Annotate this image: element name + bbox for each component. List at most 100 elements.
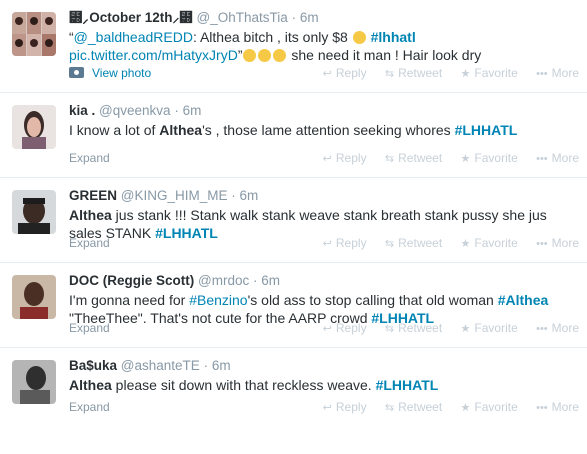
reply-button[interactable]: ↩ Reply — [323, 151, 367, 165]
star-icon: ★ — [460, 153, 471, 165]
star-icon: ★ — [460, 238, 471, 250]
laughing-emoji-icon — [243, 49, 257, 62]
star-icon: ★ — [460, 323, 471, 335]
retweet-button[interactable]: ⇆ Retweet — [385, 236, 442, 250]
tweet-actions: ↩ Reply ⇆ Retweet ★ Favorite ••• More — [308, 400, 579, 414]
tweet-actions: ↩ Reply ⇆ Retweet ★ Favorite ••• More — [308, 236, 579, 250]
reply-button[interactable]: ↩ Reply — [323, 236, 367, 250]
reply-button[interactable]: ↩ Reply — [323, 66, 367, 80]
more-button[interactable]: ••• More — [536, 66, 579, 80]
retweet-button[interactable]: ⇆ Retweet — [385, 321, 442, 335]
photo-icon — [69, 67, 84, 78]
tired-emoji-icon — [258, 49, 272, 62]
tweet-footer: View photo ↩ Reply ⇆ Retweet ★ Favorite •••… — [69, 66, 579, 82]
ellipsis-icon: ••• — [536, 153, 548, 165]
tweet-username[interactable]: @qveenkva — [99, 103, 171, 118]
tweet-username[interactable]: @_OhThatsTia — [197, 10, 288, 25]
more-button[interactable]: ••• More — [536, 151, 579, 165]
expand-link[interactable]: Expand — [69, 151, 110, 165]
tweet-username[interactable]: @KING_HIM_ME — [121, 188, 228, 203]
retweet-icon: ⇆ — [384, 68, 395, 80]
more-button[interactable]: ••• More — [536, 321, 579, 335]
avatar[interactable] — [12, 275, 56, 319]
tweet-fullname[interactable]: DOC (Reggie Scott) — [69, 273, 194, 288]
tweet-item[interactable]: ⹽⸝October 12th⸝⹽ @_OhThatsTia · 6m “@_ba… — [0, 0, 587, 93]
reply-arrow-icon: ↩ — [322, 68, 332, 80]
retweet-icon: ⇆ — [384, 153, 395, 165]
tweet-actions: ↩ Reply ⇆ Retweet ★ Favorite ••• More — [308, 66, 579, 80]
tweet-header: GREEN @KING_HIM_ME · 6m — [69, 188, 259, 203]
search-highlight: Althea — [159, 122, 203, 138]
more-button[interactable]: ••• More — [536, 236, 579, 250]
tweet-item[interactable]: kia . @qveenkva · 6m I know a lot of Alt… — [0, 93, 587, 178]
expand-link[interactable]: Expand — [69, 400, 110, 414]
tweet-fullname[interactable]: ⹽⸝October 12th⸝⹽ — [69, 10, 193, 25]
crying-emoji-icon — [273, 49, 287, 62]
retweet-icon: ⇆ — [384, 238, 395, 250]
tweet-item[interactable]: GREEN @KING_HIM_ME · 6m Althea jus stank… — [0, 178, 587, 263]
tweet-fullname[interactable]: GREEN — [69, 188, 117, 203]
tweet-timestamp[interactable]: 6m — [183, 103, 202, 118]
tweet-username[interactable]: @mrdoc — [198, 273, 249, 288]
reply-arrow-icon: ↩ — [322, 323, 332, 335]
tweet-footer: Expand ↩ Reply ⇆ Retweet ★ Favorite ••• More — [69, 321, 579, 337]
retweet-icon: ⇆ — [384, 402, 395, 414]
search-highlight: Althea — [69, 377, 112, 393]
reply-arrow-icon: ↩ — [322, 238, 332, 250]
reply-button[interactable]: ↩ Reply — [323, 400, 367, 414]
search-highlight: Althea — [69, 207, 112, 223]
favorite-button[interactable]: ★ Favorite — [461, 321, 518, 335]
hashtag-link[interactable]: #Benzino — [189, 292, 247, 308]
tweet-timestamp[interactable]: 6m — [212, 358, 231, 373]
hashtag-link[interactable]: #LHHATL — [455, 122, 518, 138]
photo-link[interactable]: pic.twitter.com/mHatyxJryD — [69, 47, 238, 63]
favorite-button[interactable]: ★ Favorite — [461, 66, 518, 80]
star-icon: ★ — [460, 402, 471, 414]
tweet-actions: ↩ Reply ⇆ Retweet ★ Favorite ••• More — [308, 321, 579, 335]
expand-link[interactable]: Expand — [69, 236, 110, 250]
reply-arrow-icon: ↩ — [322, 153, 332, 165]
view-photo-link[interactable]: View photo — [69, 66, 151, 80]
view-photo-label: View photo — [92, 66, 152, 80]
tweet-footer: Expand ↩ Reply ⇆ Retweet ★ Favorite ••• More — [69, 236, 579, 252]
tweet-item[interactable]: Ba$uka @ashanteTE · 6m Althea please sit… — [0, 348, 587, 426]
tweet-timestamp[interactable]: 6m — [300, 10, 319, 25]
avatar[interactable] — [12, 360, 56, 404]
hashtag-link[interactable]: #LHHATL — [376, 377, 439, 393]
mention-link[interactable]: @_baldheadREDD — [74, 29, 193, 45]
favorite-button[interactable]: ★ Favorite — [461, 400, 518, 414]
tweet-fullname[interactable]: Ba$uka — [69, 358, 117, 373]
hashtag-link[interactable]: #lhhatl — [371, 29, 416, 45]
retweet-button[interactable]: ⇆ Retweet — [385, 66, 442, 80]
tweet-footer: Expand ↩ Reply ⇆ Retweet ★ Favorite ••• More — [69, 400, 579, 416]
tweet-header: kia . @qveenkva · 6m — [69, 103, 202, 118]
retweet-icon: ⇆ — [384, 323, 395, 335]
reply-arrow-icon: ↩ — [322, 402, 332, 414]
tweet-text: Althea please sit down with that reckles… — [69, 377, 439, 393]
unamused-emoji-icon — [352, 31, 366, 44]
tweet-username[interactable]: @ashanteTE — [121, 358, 200, 373]
tweet-item[interactable]: DOC (Reggie Scott) @mrdoc · 6m I'm gonna… — [0, 263, 587, 348]
more-button[interactable]: ••• More — [536, 400, 579, 414]
ellipsis-icon: ••• — [536, 323, 548, 335]
tweet-timestamp[interactable]: 6m — [240, 188, 259, 203]
tweet-stream: ⹽⸝October 12th⸝⹽ @_OhThatsTia · 6m “@_ba… — [0, 0, 587, 426]
reply-button[interactable]: ↩ Reply — [323, 321, 367, 335]
tweet-actions: ↩ Reply ⇆ Retweet ★ Favorite ••• More — [308, 151, 579, 165]
tweet-header: Ba$uka @ashanteTE · 6m — [69, 358, 231, 373]
avatar[interactable] — [12, 190, 56, 234]
favorite-button[interactable]: ★ Favorite — [461, 236, 518, 250]
ellipsis-icon: ••• — [536, 402, 548, 414]
expand-link[interactable]: Expand — [69, 321, 110, 335]
avatar[interactable] — [12, 12, 56, 56]
retweet-button[interactable]: ⇆ Retweet — [385, 151, 442, 165]
retweet-button[interactable]: ⇆ Retweet — [385, 400, 442, 414]
tweet-text: “@_baldheadREDD: Althea bitch , its only… — [69, 29, 482, 63]
star-icon: ★ — [460, 68, 471, 80]
tweet-timestamp[interactable]: 6m — [261, 273, 280, 288]
tweet-footer: Expand ↩ Reply ⇆ Retweet ★ Favorite ••• More — [69, 151, 579, 167]
tweet-fullname[interactable]: kia . — [69, 103, 95, 118]
avatar[interactable] — [12, 105, 56, 149]
hashtag-link[interactable]: #Althea — [498, 292, 549, 308]
favorite-button[interactable]: ★ Favorite — [461, 151, 518, 165]
